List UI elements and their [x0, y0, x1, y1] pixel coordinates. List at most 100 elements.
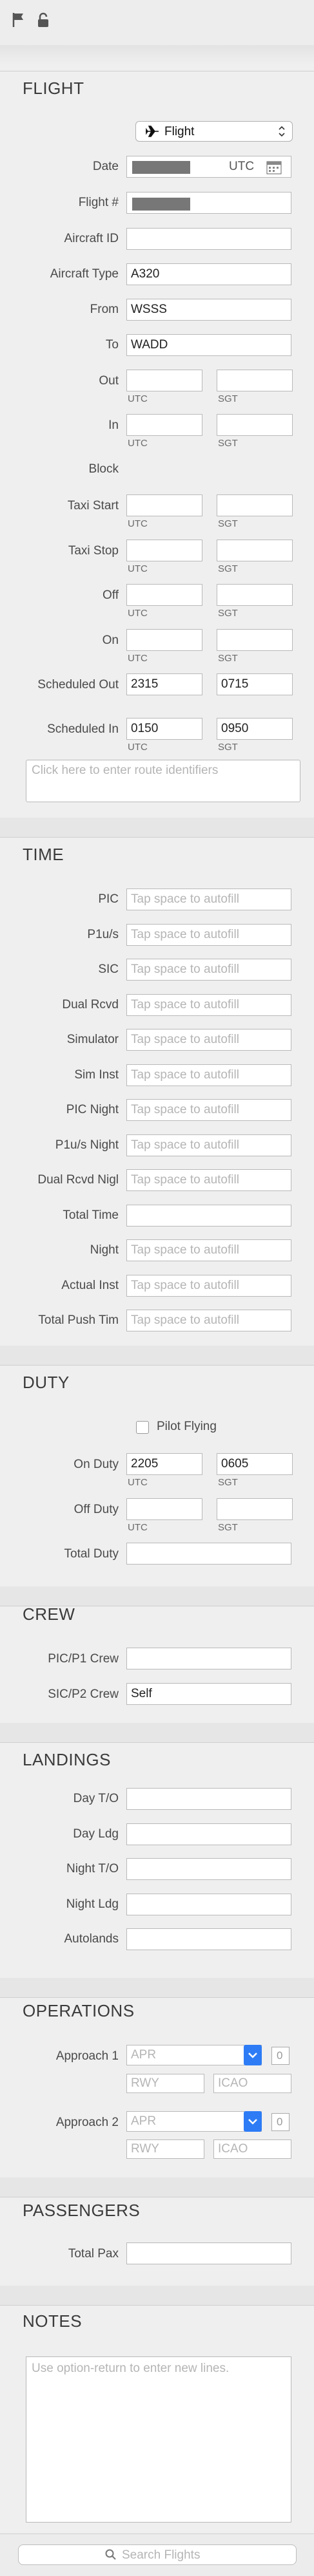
taxi-start-local-caption: SGT: [218, 518, 238, 529]
time-heading: TIME: [23, 845, 64, 864]
landing-day-t-o-field[interactable]: [126, 1788, 291, 1810]
time-total-push-tim-field[interactable]: Tap space to autofill: [126, 1310, 291, 1331]
on-duty-local-field[interactable]: 0605: [217, 1453, 293, 1475]
taxi-stop-local-field[interactable]: [217, 540, 293, 561]
landing-night-t-o-label: Night T/O: [66, 1862, 119, 1876]
in-local-caption: SGT: [218, 438, 238, 449]
from-field[interactable]: WSSS: [126, 299, 291, 321]
time-sim-inst-label: Sim Inst: [74, 1068, 119, 1082]
on-duty-label: On Duty: [74, 1458, 119, 1471]
flight-type-popup[interactable]: Flight: [135, 121, 293, 142]
time-pic-field[interactable]: Tap space to autofill: [126, 888, 291, 910]
to-field[interactable]: WADD: [126, 334, 291, 356]
passengers-heading: PASSENGERS: [23, 2201, 141, 2220]
out-label: Out: [99, 374, 119, 388]
out-local-field[interactable]: [217, 370, 293, 391]
out-utc-field[interactable]: [126, 370, 202, 391]
approach1-runway-field[interactable]: RWY: [126, 2074, 204, 2093]
search-field[interactable]: Search Flights: [18, 2544, 297, 2565]
date-field[interactable]: UTC: [126, 156, 291, 178]
off-local-field[interactable]: [217, 584, 293, 606]
duty-section-band: [0, 1346, 314, 1365]
out-utc-caption: UTC: [128, 393, 148, 404]
off-duty-label: Off Duty: [74, 1503, 119, 1516]
on-duty-utc-field[interactable]: 2205: [126, 1453, 202, 1475]
approach2-type-select[interactable]: APR: [126, 2111, 262, 2132]
landing-night-ldg-field[interactable]: [126, 1894, 291, 1915]
total-pax-field[interactable]: [126, 2242, 291, 2264]
sic-crew-field[interactable]: Self: [126, 1683, 291, 1705]
time-total-time-label: Total Time: [63, 1208, 119, 1222]
time-sim-inst-field[interactable]: Tap space to autofill: [126, 1064, 291, 1086]
notes-textarea[interactable]: Use option-return to enter new lines.: [26, 2356, 291, 2523]
redacted-date: [132, 161, 190, 174]
on-utc-field[interactable]: [126, 629, 202, 651]
time-p1u-s-night-field[interactable]: Tap space to autofill: [126, 1134, 291, 1156]
calendar-icon[interactable]: [266, 160, 282, 177]
taxi-start-local-field[interactable]: [217, 494, 293, 516]
aircraft-id-label: Aircraft ID: [64, 232, 119, 245]
time-dual-rcvd-field[interactable]: Tap space to autofill: [126, 994, 291, 1016]
date-label: Date: [92, 160, 119, 173]
scheduled-in-label: Scheduled In: [47, 722, 119, 736]
taxi-stop-utc-caption: UTC: [128, 563, 148, 574]
landing-day-ldg-label: Day Ldg: [73, 1827, 119, 1841]
scheduled-out-utc-field[interactable]: 2315: [126, 673, 202, 695]
off-utc-field[interactable]: [126, 584, 202, 606]
approach1-type-select[interactable]: APR: [126, 2045, 262, 2065]
flight-number-field[interactable]: [126, 192, 291, 214]
on-local-field[interactable]: [217, 629, 293, 651]
chevron-down-icon: [248, 2119, 257, 2125]
off-duty-local-field[interactable]: [217, 1498, 293, 1520]
in-label: In: [108, 418, 119, 432]
landing-autolands-field[interactable]: [126, 1928, 291, 1950]
approach1-icao-field[interactable]: ICAO: [213, 2074, 291, 2093]
time-night-field[interactable]: Tap space to autofill: [126, 1239, 291, 1261]
taxi-stop-label: Taxi Stop: [68, 544, 119, 558]
approach2-icao-field[interactable]: ICAO: [213, 2139, 291, 2159]
scheduled-in-utc-field[interactable]: 0150: [126, 718, 202, 740]
time-dual-rcvd-nigl-field[interactable]: Tap space to autofill: [126, 1169, 291, 1191]
in-utc-field[interactable]: [126, 414, 202, 436]
approach1-count-field[interactable]: 0: [271, 2047, 289, 2065]
approach2-count-field[interactable]: 0: [271, 2113, 289, 2131]
time-total-time-field[interactable]: [126, 1205, 291, 1227]
approach1-dropdown-button[interactable]: [244, 2045, 262, 2065]
time-p1u-s-label: P1u/s: [87, 928, 119, 941]
time-section-band: [0, 818, 314, 837]
landing-day-ldg-field[interactable]: [126, 1823, 291, 1845]
total-duty-field[interactable]: [126, 1543, 291, 1565]
time-dual-rcvd-label: Dual Rcvd: [62, 998, 119, 1011]
lock-icon[interactable]: [36, 12, 50, 28]
approach2-runway-field[interactable]: RWY: [126, 2139, 204, 2159]
time-pic-night-field[interactable]: Tap space to autofill: [126, 1099, 291, 1121]
approach2-label: Approach 2: [55, 2116, 119, 2129]
taxi-start-utc-field[interactable]: [126, 494, 202, 516]
pic-crew-field[interactable]: [126, 1648, 291, 1669]
block-label: Block: [88, 462, 119, 476]
toolbar-shadow: [0, 45, 314, 64]
aircraft-type-field[interactable]: A320: [126, 263, 291, 285]
time-simulator-field[interactable]: Tap space to autofill: [126, 1029, 291, 1051]
time-sic-field[interactable]: Tap space to autofill: [126, 959, 291, 981]
approach2-dropdown-button[interactable]: [244, 2111, 262, 2132]
in-local-field[interactable]: [217, 414, 293, 436]
time-p1u-s-night-label: P1u/s Night: [55, 1138, 119, 1152]
time-total-push-tim-label: Total Push Tim: [38, 1313, 119, 1327]
scheduled-in-local-field[interactable]: 0950: [217, 718, 293, 740]
scheduled-out-local-field[interactable]: 0715: [217, 673, 293, 695]
landing-autolands-label: Autolands: [64, 1932, 119, 1946]
taxi-stop-utc-field[interactable]: [126, 540, 202, 561]
off-duty-utc-field[interactable]: [126, 1498, 202, 1520]
landing-night-t-o-field[interactable]: [126, 1858, 291, 1880]
time-actual-inst-field[interactable]: Tap space to autofill: [126, 1275, 291, 1297]
route-field[interactable]: Click here to enter route identifiers: [26, 760, 300, 802]
flag-icon[interactable]: [12, 12, 26, 28]
landings-heading: LANDINGS: [23, 1750, 111, 1769]
time-p1u-s-field[interactable]: Tap space to autofill: [126, 924, 291, 946]
search-icon: [105, 2549, 117, 2564]
scheduled-out-label: Scheduled Out: [37, 678, 119, 691]
duty-section-divider: [0, 1365, 314, 1366]
aircraft-id-field[interactable]: [126, 228, 291, 250]
pilot-flying-checkbox[interactable]: [136, 1421, 149, 1434]
